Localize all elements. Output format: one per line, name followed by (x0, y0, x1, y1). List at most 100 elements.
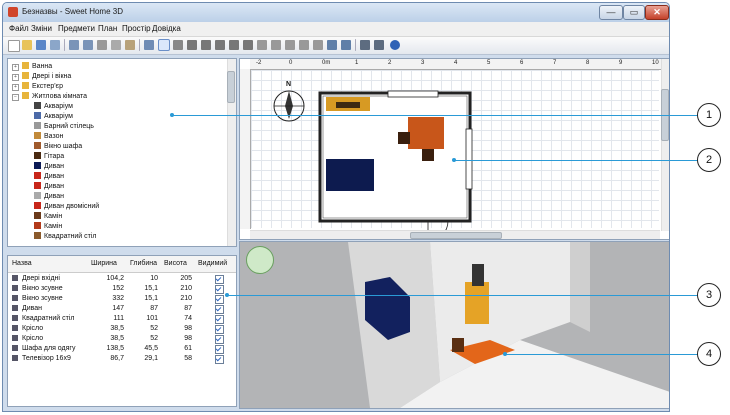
cut-icon[interactable] (97, 40, 107, 50)
plan-horizontal-scrollbar[interactable] (250, 230, 660, 239)
table-row[interactable]: Вікно зсувне 332 15,1 210 (8, 294, 236, 304)
add-furniture-icon[interactable] (144, 40, 154, 50)
tree-item[interactable]: + Ванна (12, 62, 52, 71)
menu-furniture[interactable]: Предмети (58, 24, 95, 33)
tree-item[interactable]: Диван (34, 172, 64, 181)
callout-line (227, 295, 698, 296)
table-row[interactable]: Двері вхідні 104,2 10 205 (8, 274, 236, 284)
visible-checkbox[interactable] (215, 295, 224, 304)
undo-icon[interactable] (69, 40, 79, 50)
column-height[interactable]: Висота (164, 260, 187, 267)
table-row[interactable]: Крісло 38,5 52 98 (8, 334, 236, 344)
create-walls-icon[interactable] (187, 40, 197, 50)
furniture-icon (34, 102, 41, 109)
text-style-icon[interactable] (299, 40, 309, 50)
visible-checkbox[interactable] (215, 325, 224, 334)
new-file-icon[interactable] (8, 40, 20, 52)
tree-scrollbar[interactable] (227, 59, 236, 246)
expand-toggle-icon[interactable]: + (12, 64, 19, 71)
copy-icon[interactable] (111, 40, 121, 50)
tree-item[interactable]: Квадратний стіл (34, 232, 97, 241)
furniture-icon (12, 315, 18, 321)
expand-toggle-icon[interactable]: + (12, 84, 19, 91)
visible-checkbox[interactable] (215, 285, 224, 294)
visible-checkbox[interactable] (215, 345, 224, 354)
visible-checkbox[interactable] (215, 305, 224, 314)
zoom-in-icon[interactable] (327, 40, 337, 50)
visible-checkbox[interactable] (215, 335, 224, 344)
redo-icon[interactable] (83, 40, 93, 50)
menu-plan[interactable]: План (98, 24, 117, 33)
plan-vertical-scrollbar[interactable] (661, 59, 669, 231)
text-style-icon[interactable] (285, 40, 295, 50)
expand-toggle-icon[interactable]: − (12, 94, 19, 101)
table-row[interactable]: Квадратний стіл 111 101 74 (8, 314, 236, 324)
catalog-table-splitter[interactable] (7, 247, 237, 252)
create-dimensions-icon[interactable] (229, 40, 239, 50)
3d-view[interactable] (239, 241, 669, 409)
table-header: Назва Ширина Глибина Висота Видимий (8, 256, 236, 273)
table-row[interactable]: Диван 147 87 87 (8, 304, 236, 314)
table-row[interactable]: Телевізор 16х9 86,7 29,1 58 (8, 354, 236, 364)
menu-file[interactable]: Файл (9, 24, 29, 33)
create-photo-icon[interactable] (360, 40, 370, 50)
title-bar[interactable]: Безназвы - Sweet Home 3D — ▭ ✕ (3, 3, 669, 22)
save-as-icon[interactable] (50, 40, 60, 50)
tree-item[interactable]: Акваріум (34, 102, 73, 111)
tree-item[interactable]: Акваріум (34, 112, 73, 121)
furniture-table[interactable]: Назва Ширина Глибина Висота Видимий Двер… (7, 255, 237, 407)
create-polylines-icon[interactable] (215, 40, 225, 50)
column-name[interactable]: Назва (12, 260, 32, 267)
table-row[interactable]: Шафа для одягу 138,5 45,5 61 (8, 344, 236, 354)
tree-item[interactable]: Диван двомісний (34, 202, 99, 211)
close-button[interactable]: ✕ (645, 5, 669, 20)
save-icon[interactable] (36, 40, 46, 50)
tree-item[interactable]: + Двері і вікна (12, 72, 71, 81)
tree-item[interactable]: Диван (34, 182, 64, 191)
visible-checkbox[interactable] (215, 275, 224, 284)
furniture-catalog-tree[interactable]: + Ванна + Двері і вікна + Екстер'єр − Житлова к… (7, 58, 237, 247)
tree-item[interactable]: Барний стілець (34, 122, 94, 131)
tree-item[interactable]: Диван (34, 192, 64, 201)
table-row[interactable]: Вікно зсувне 152 15,1 210 (8, 284, 236, 294)
column-visible[interactable]: Видимий (198, 260, 227, 267)
tree-item[interactable]: Камін (34, 212, 62, 221)
menu-help[interactable]: Довідка (152, 24, 181, 33)
menu-edit[interactable]: Змiни (31, 24, 52, 33)
tree-item[interactable]: − Житлова кімната (12, 92, 87, 101)
tree-item[interactable]: Гітара (34, 152, 64, 161)
table-row[interactable]: Крісло 38,5 52 98 (8, 324, 236, 334)
tree-item[interactable]: Камін (34, 222, 62, 231)
tree-item[interactable]: Вазон (34, 132, 63, 141)
visible-checkbox[interactable] (215, 315, 224, 324)
tree-item[interactable]: Диван (34, 162, 64, 171)
zoom-text-icon[interactable] (271, 40, 281, 50)
tree-item[interactable]: + Екстер'єр (12, 82, 63, 91)
zoom-out-icon[interactable] (341, 40, 351, 50)
column-width[interactable]: Ширина (91, 260, 117, 267)
plan-view[interactable]: -2 0 0m 1 2 3 4 5 6 7 8 9 10 N (239, 58, 669, 240)
expand-toggle-icon[interactable]: + (12, 74, 19, 81)
open-folder-icon[interactable] (22, 40, 32, 50)
toolbar-separator (139, 39, 140, 51)
maximize-button[interactable]: ▭ (623, 5, 645, 20)
tree-item[interactable]: Вікно шафа (34, 142, 82, 151)
select-mode-icon[interactable] (158, 39, 170, 51)
add-text-icon[interactable] (243, 40, 253, 50)
navigation-arrows-icon[interactable] (246, 246, 274, 274)
visible-checkbox[interactable] (215, 355, 224, 364)
compass-north-label: N (286, 81, 292, 88)
minimize-button[interactable]: — (599, 5, 623, 20)
create-video-icon[interactable] (374, 40, 384, 50)
cell-name: Квадратний стіл (22, 315, 75, 322)
pan-mode-icon[interactable] (173, 40, 183, 50)
paste-icon[interactable] (125, 40, 135, 50)
text-style-icon[interactable] (313, 40, 323, 50)
column-depth[interactable]: Глибина (130, 260, 157, 267)
help-icon[interactable] (390, 40, 400, 50)
zoom-text-icon[interactable] (257, 40, 267, 50)
menu-3d-view[interactable]: Простір (122, 24, 151, 33)
create-rooms-icon[interactable] (201, 40, 211, 50)
window-top (387, 90, 439, 98)
cell-w: 138,5 (106, 345, 124, 352)
